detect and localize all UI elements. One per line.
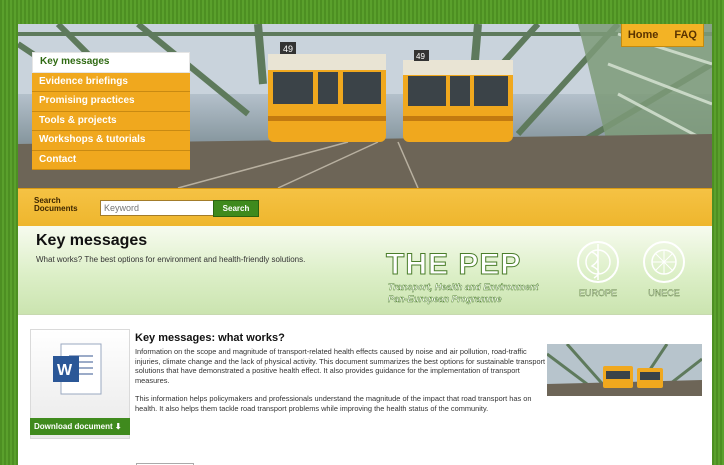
page-subtitle: What works? The best options for environ… xyxy=(36,255,306,264)
article-heading: Key messages: what works? xyxy=(135,332,285,344)
search-label: Search Documents xyxy=(34,197,78,213)
word-document-icon: W xyxy=(53,343,102,395)
article-paragraph-2: This information helps policymakers and … xyxy=(135,394,532,413)
nav-home[interactable]: Home xyxy=(628,29,659,41)
who-emblem-icon xyxy=(577,241,619,283)
unece-emblem: UNECE xyxy=(640,238,688,298)
sidebar-item-promising-practices[interactable]: Promising practices xyxy=(32,92,190,112)
sidebar-item-key-messages[interactable]: Key messages xyxy=(32,52,190,73)
pep-logo-title: THE PEP xyxy=(385,248,522,282)
sidebar-item-contact[interactable]: Contact xyxy=(32,150,190,170)
download-label: Download document xyxy=(34,422,113,431)
sidebar-nav: Key messages Evidence briefings Promisin… xyxy=(32,52,190,170)
sidebar-item-workshops-tutorials[interactable]: Workshops & tutorials xyxy=(32,131,190,151)
pep-logo-line2: Pan-European Programme xyxy=(388,294,502,304)
hero-image: 49 49 Home FAQ Key messages Evidence bri… xyxy=(18,24,712,188)
sidebar-item-tools-projects[interactable]: Tools & projects xyxy=(32,111,190,131)
top-nav: Home FAQ xyxy=(620,24,704,47)
emblem-right-caption: UNECE xyxy=(648,288,680,298)
pep-logo-line1: Transport, Health and Environment xyxy=(388,282,539,292)
nav-faq[interactable]: FAQ xyxy=(674,29,697,41)
un-emblem-icon xyxy=(643,241,685,283)
tram-number: 49 xyxy=(416,52,425,61)
search-input[interactable] xyxy=(100,200,214,216)
page-title: Key messages xyxy=(36,232,148,249)
svg-text:W: W xyxy=(57,362,73,379)
tram-thumbnail-photo xyxy=(547,344,702,396)
emblem-left-caption: EUROPE xyxy=(578,288,617,298)
article-paragraph-1: Information on the scope and magnitude o… xyxy=(135,347,546,385)
tram-number: 49 xyxy=(283,44,293,54)
download-document-button[interactable]: Download document ⬇ xyxy=(30,418,130,435)
sidebar-item-evidence-briefings[interactable]: Evidence briefings xyxy=(32,72,190,92)
search-bar: Search Documents Search xyxy=(18,188,712,226)
search-button[interactable]: Search xyxy=(213,200,259,217)
arrow-down-icon: ⬇ xyxy=(114,422,122,431)
search-label-line2: Documents xyxy=(34,204,78,213)
article: Key messages: what works? Information on… xyxy=(135,332,551,423)
tram-thumbnail xyxy=(547,344,702,396)
page-banner: Key messages What works? The best option… xyxy=(18,226,712,315)
page-frame: 49 49 Home FAQ Key messages Evidence bri… xyxy=(18,24,712,465)
who-europe-emblem: EUROPE xyxy=(574,238,622,298)
